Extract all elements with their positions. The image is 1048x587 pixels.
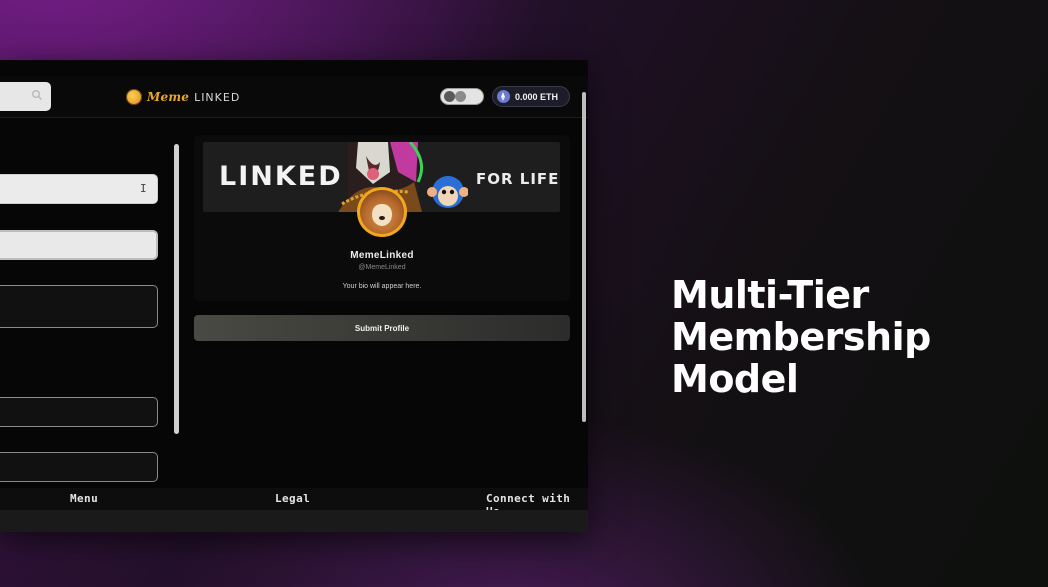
preview-bio: Your bio will appear here. (342, 283, 422, 290)
headline-line-1: Multi-Tier (671, 273, 869, 317)
profile-bio-textarea[interactable] (0, 285, 158, 328)
theme-toggle[interactable] (440, 88, 484, 105)
profile-name-field[interactable]: I (0, 174, 158, 204)
search-input[interactable] (0, 82, 51, 111)
text-cursor-icon: I (140, 182, 147, 195)
shiba-avatar-image (360, 190, 404, 234)
avatar[interactable] (357, 187, 407, 237)
brand-logo[interactable]: Meme LINKED (126, 88, 240, 106)
page-scrollbar[interactable] (582, 92, 586, 422)
footer-legal-link[interactable]: Legal (275, 492, 310, 505)
profile-banner-field[interactable] (0, 452, 158, 482)
footer: Menu Legal Connect with Us (0, 488, 588, 518)
banner-text-right: FOR LIFE (476, 170, 560, 188)
profile-avatar-field[interactable] (0, 397, 158, 427)
form-scrollbar[interactable] (174, 144, 179, 434)
preview-name: MemeLinked (350, 250, 414, 261)
ethereum-icon (497, 90, 510, 103)
top-navbar: Meme LINKED 0.000 ETH (0, 76, 588, 118)
footer-menu-link[interactable]: Menu (70, 492, 98, 505)
toggle-knob (444, 91, 455, 102)
headline-line-3: Model (671, 357, 799, 401)
submit-profile-button[interactable]: Submit Profile (194, 315, 570, 341)
preview-handle: @MemeLinked (358, 264, 406, 271)
headline-line-2: Membership (671, 315, 931, 359)
feature-headline: Multi-Tier Membership Model (671, 274, 1001, 400)
wallet-balance-button[interactable]: 0.000 ETH (492, 86, 570, 107)
toggle-knob-secondary (455, 91, 466, 102)
search-icon[interactable] (31, 89, 43, 101)
bottom-bar (0, 510, 588, 532)
app-window: Meme LINKED 0.000 ETH I LINKED FOR LIFE … (0, 60, 588, 532)
brand-name-meme: Meme (147, 90, 190, 104)
memelinked-logo-icon (126, 89, 142, 105)
profile-preview-card: LINKED FOR LIFE MemeLinked @MemeLinked Y… (194, 135, 570, 301)
eth-balance: 0.000 ETH (515, 91, 559, 102)
profile-handle-field[interactable] (0, 230, 158, 260)
brand-name-linked: LINKED (194, 90, 241, 104)
